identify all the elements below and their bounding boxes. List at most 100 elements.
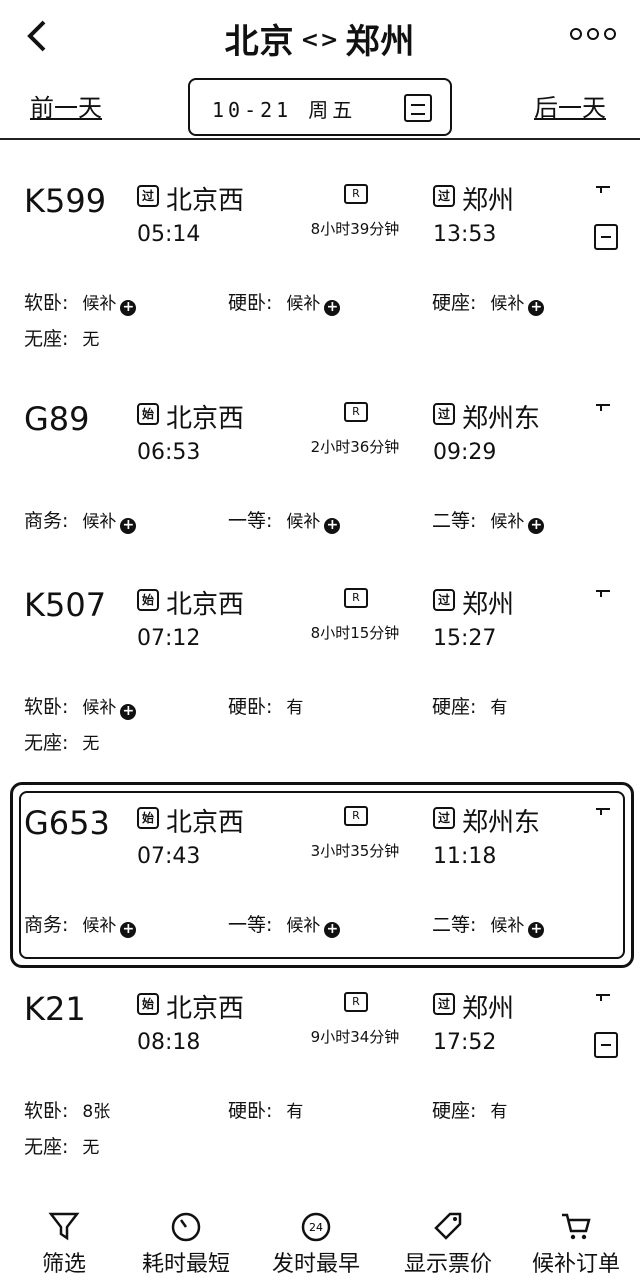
seat-info[interactable]: 无座: 无: [24, 728, 99, 755]
seat-class-label: 软卧:: [24, 292, 69, 314]
train-number: K21: [24, 990, 86, 1028]
train-row[interactable]: K507 始北京西 07:12 R 8小时15分钟过郑州 15:27 软卧: 候补 + 硬卧: 有硬…: [0, 580, 640, 780]
train-row[interactable]: K21 始北京西 08:18 R 9小时34分钟过郑州 17:52 软卧: 8张 硬卧: 有硬座:…: [0, 984, 640, 1184]
seat-info[interactable]: 无座: 无: [24, 324, 99, 351]
add-waitlist-icon[interactable]: +: [120, 300, 137, 316]
train-row[interactable]: K599 过北京西 05:14 R 8小时39分钟过郑州 13:53 软卧: 候补 + 硬卧: 候补…: [0, 176, 640, 376]
seat-info[interactable]: 硬座: 候补 +: [432, 288, 545, 316]
prev-day-button[interactable]: 前一天: [30, 88, 102, 123]
destination-badge: 过: [433, 185, 455, 207]
ticket-icon[interactable]: [594, 1032, 618, 1058]
seat-availability: 候补: [82, 512, 117, 532]
seat-class-label: 软卧:: [24, 1100, 69, 1122]
route-icon[interactable]: R: [344, 992, 368, 1012]
next-day-button[interactable]: 后一天: [534, 88, 606, 123]
depart-station: 北京西: [166, 404, 245, 434]
seat-info[interactable]: 一等: 候补 +: [228, 506, 341, 534]
train-row[interactable]: G89 始北京西 06:53 R 2小时36分钟过郑州东 09:29 商务: 候补 + 一等: 候补…: [0, 394, 640, 594]
tab-label: 显示票价: [403, 1252, 492, 1277]
depart-station: 北京西: [166, 994, 245, 1024]
destination-badge: 过: [433, 589, 455, 611]
seat-class-label: 二等:: [432, 510, 477, 532]
bottom-bar: 筛选 耗时最短 24 发时最早 显示票价 候补订单: [0, 1196, 640, 1282]
calendar-icon: [404, 94, 432, 122]
date-selector[interactable]: 10-21 周五: [188, 78, 452, 136]
timer-icon: [171, 1212, 201, 1242]
cart-icon: [562, 1213, 591, 1240]
arrive-station: 郑州东: [462, 404, 541, 434]
seat-availability: 候补: [490, 294, 525, 314]
seat-info[interactable]: 硬卧: 有: [228, 1096, 303, 1123]
seat-class-label: 硬座:: [432, 1100, 477, 1122]
route-icon[interactable]: R: [344, 402, 368, 422]
seat-info[interactable]: 硬座: 有: [432, 1096, 507, 1123]
waitlist-order-tab[interactable]: 候补订单: [512, 1196, 640, 1282]
route-icon[interactable]: R: [344, 588, 368, 608]
duration: 8小时39分钟: [310, 220, 400, 238]
add-waitlist-icon[interactable]: +: [120, 704, 137, 720]
bookmark-icon[interactable]: [596, 404, 610, 412]
seat-availability: 无: [82, 734, 100, 754]
seat-availability: 无: [82, 1138, 100, 1158]
duration: 2小时36分钟: [310, 438, 400, 456]
show-price-tab[interactable]: 显示票价: [384, 1196, 512, 1282]
duration: 9小时34分钟: [310, 1028, 400, 1046]
selected-train-highlight: [10, 782, 634, 968]
seat-availability: 有: [490, 1102, 508, 1122]
route-icon[interactable]: R: [344, 184, 368, 204]
depart-time: 08:18: [137, 1030, 201, 1055]
add-waitlist-icon[interactable]: +: [528, 518, 545, 534]
seat-info[interactable]: 硬卧: 有: [228, 692, 303, 719]
tab-label: 发时最早: [271, 1252, 360, 1277]
seat-availability: 无: [82, 330, 100, 350]
clock-24-icon: 24: [301, 1212, 331, 1242]
seat-info[interactable]: 硬座: 有: [432, 692, 507, 719]
add-waitlist-icon[interactable]: +: [528, 300, 545, 316]
seat-info[interactable]: 商务: 候补 +: [24, 506, 137, 534]
more-dots-icon[interactable]: [570, 24, 616, 44]
train-number: K507: [24, 586, 107, 624]
seat-info[interactable]: 二等: 候补 +: [432, 506, 545, 534]
seat-class-label: 硬座:: [432, 292, 477, 314]
seat-info[interactable]: 硬卧: 候补 +: [228, 288, 341, 316]
seat-class-label: 硬座:: [432, 696, 477, 718]
seat-info[interactable]: 软卧: 候补 +: [24, 288, 137, 316]
to-city: 郑州: [345, 22, 416, 62]
seat-availability: 候补: [286, 294, 321, 314]
seat-availability: 8张: [82, 1102, 111, 1122]
ticket-icon[interactable]: [594, 224, 618, 250]
date-text: 10-21 周五: [212, 98, 357, 122]
arrive-time: 13:53: [433, 222, 497, 247]
swap-arrow[interactable]: <>: [301, 28, 340, 53]
shortest-duration-tab[interactable]: 耗时最短: [122, 1196, 250, 1282]
seat-class-label: 无座:: [24, 328, 69, 350]
tab-label: 候补订单: [531, 1252, 620, 1277]
seat-availability: 有: [286, 698, 304, 718]
seat-class-label: 一等:: [228, 510, 273, 532]
seat-info[interactable]: 软卧: 8张: [24, 1096, 110, 1123]
seat-availability: 候补: [286, 512, 321, 532]
train-number: G89: [24, 400, 90, 438]
depart-time: 05:14: [137, 222, 201, 247]
top-header: 北京 <> 郑州 前一天 10-21 周五 后一天: [0, 0, 640, 140]
origin-badge: 始: [137, 403, 159, 425]
arrive-station: 郑州: [462, 186, 515, 216]
bookmark-icon[interactable]: [596, 186, 610, 194]
origin-badge: 始: [137, 993, 159, 1015]
seat-class-label: 无座:: [24, 1136, 69, 1158]
filter-tab[interactable]: 筛选: [0, 1196, 128, 1282]
arrive-time: 09:29: [433, 440, 497, 465]
bookmark-icon[interactable]: [596, 994, 610, 1002]
earliest-depart-tab[interactable]: 24 发时最早: [252, 1196, 380, 1282]
svg-text:24: 24: [309, 1221, 323, 1234]
seat-info[interactable]: 无座: 无: [24, 1132, 99, 1159]
depart-station: 北京西: [166, 186, 245, 216]
add-waitlist-icon[interactable]: +: [324, 300, 341, 316]
add-waitlist-icon[interactable]: +: [324, 518, 341, 534]
seat-info[interactable]: 软卧: 候补 +: [24, 692, 137, 720]
bookmark-icon[interactable]: [596, 590, 610, 598]
price-tag-icon: [434, 1212, 462, 1240]
depart-time: 06:53: [137, 440, 201, 465]
origin-badge: 过: [137, 185, 159, 207]
add-waitlist-icon[interactable]: +: [120, 518, 137, 534]
